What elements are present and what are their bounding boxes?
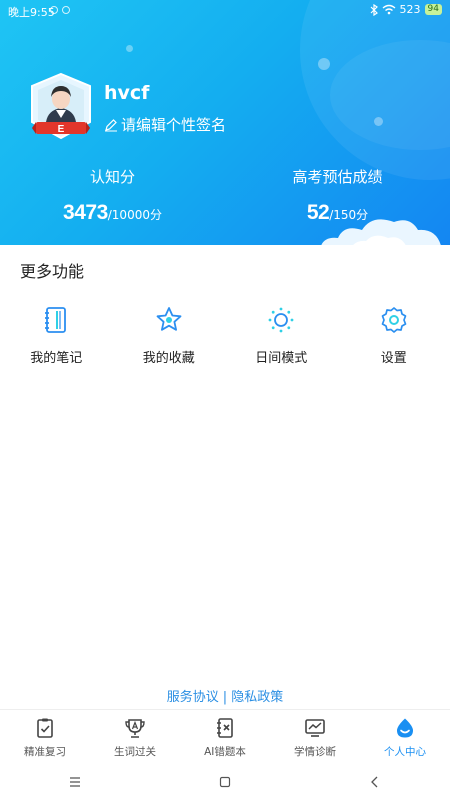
avatar[interactable]: E [28,72,94,142]
tab-mistake-book[interactable]: AI错题本 [180,710,270,764]
back-chevron-icon [371,776,378,788]
cloud-decoration [321,219,441,245]
decor-bubble [374,117,383,126]
terms-link[interactable]: 服务协议 [167,690,219,705]
clipboard-check-icon [37,718,53,738]
battery-icon: 94 [424,4,442,15]
tab-label: 个人中心 [384,746,426,758]
cognition-score: 认知分 3473/10000分 [0,166,225,225]
stat-label: 高考预估成绩 [292,168,383,186]
tab-review[interactable]: 精准复习 [0,710,90,764]
notebook-icon [45,307,67,333]
notification-icon [62,6,70,14]
pencil-icon [105,118,117,131]
tab-label: AI错题本 [204,746,246,758]
policy-links: 服务协议 | 隐私政策 [0,686,450,705]
signature-text: 请编辑个性签名 [121,116,227,134]
back-nav-button[interactable] [355,770,395,794]
stat-number: 3473 [63,201,108,224]
signature-edit[interactable]: 请编辑个性签名 [104,114,226,135]
feature-day-mode[interactable]: 日间模式 [225,305,338,366]
menu-nav-button[interactable] [55,770,95,794]
tab-label: 学情诊断 [294,746,336,758]
sun-icon [268,307,294,333]
tab-diagnosis[interactable]: 学情诊断 [270,710,360,764]
stat-unit: /10000分 [107,208,162,222]
feature-label: 设置 [380,351,407,366]
tab-label: 精准复习 [24,746,66,758]
bluetooth-icon [370,3,378,16]
stat-label: 认知分 [89,168,135,186]
trophy-a-icon [125,719,145,738]
feature-label: 我的笔记 [30,351,83,366]
person-drop-icon [397,718,413,738]
system-nav-bar [0,764,450,800]
avatar-icon: E [31,72,91,140]
home-square-icon [219,776,231,788]
tab-label: 生词过关 [114,746,156,758]
feature-favorites[interactable]: 我的收藏 [113,305,226,366]
gear-icon [381,307,407,333]
notification-icon [50,6,58,14]
status-time: 晚上9:55 [8,6,55,19]
wifi-icon [382,4,395,15]
feature-settings[interactable]: 设置 [338,305,450,366]
section-title-more: 更多功能 [20,262,85,281]
tab-profile[interactable]: 个人中心 [360,710,450,764]
feature-grid: 我的笔记 我的收藏 日间模式 设置 [0,305,450,366]
feature-label: 我的收藏 [142,351,195,366]
bottom-tab-bar: 精准复习 生词过关 AI错题本 学情诊断 个人中心 [0,709,450,764]
decor-bubble [126,45,133,52]
profile-header: 晚上9:55 523 94 E hvcf 请编辑个性签名 认知分 3473/10… [0,0,450,245]
link-separator: | [222,690,228,705]
avatar-badge: E [58,124,65,135]
network-speed: 523 [399,3,421,16]
status-bar: 晚上9:55 523 94 [0,0,450,22]
chart-monitor-icon [305,719,325,737]
privacy-link[interactable]: 隐私政策 [231,690,283,705]
username: hvcf [104,82,150,104]
star-icon [156,307,182,331]
tab-vocabulary[interactable]: 生词过关 [90,710,180,764]
stat-value: 3473/10000分 [0,201,225,225]
status-right: 523 94 [370,3,442,16]
feature-label: 日间模式 [255,351,308,366]
mistake-book-icon [217,718,233,738]
feature-notes[interactable]: 我的笔记 [0,305,113,366]
menu-icon [70,777,80,787]
decor-bubble [318,58,330,70]
home-nav-button[interactable] [205,770,245,794]
